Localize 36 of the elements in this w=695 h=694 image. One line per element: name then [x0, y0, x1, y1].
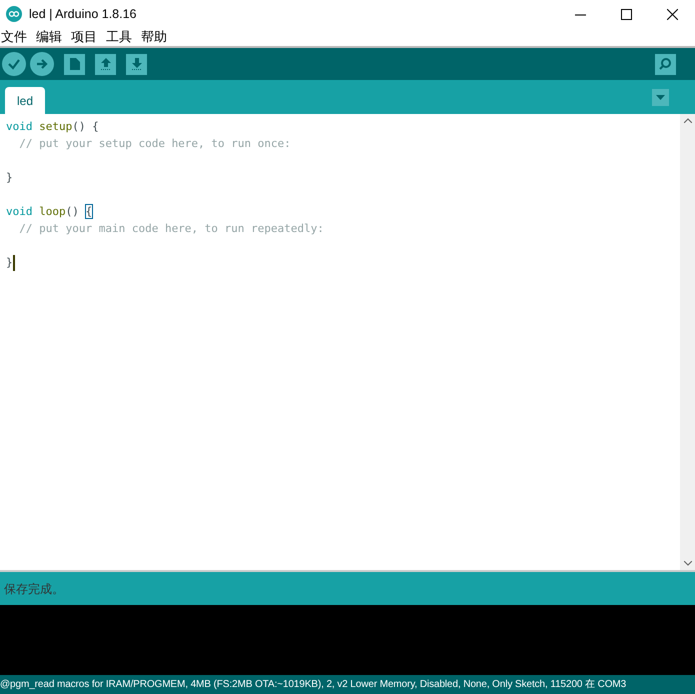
file-tab[interactable]: led: [5, 87, 46, 114]
save-button[interactable]: [126, 54, 147, 74]
code-line: // put your main code here, to run repeatedly:: [18, 221, 324, 237]
upload-button[interactable]: [30, 52, 54, 76]
scrollbar[interactable]: [680, 114, 695, 570]
menu-item[interactable]: 文件: [1, 27, 27, 47]
verify-button[interactable]: [2, 52, 26, 76]
checkmark-icon: [8, 58, 20, 70]
menu-item[interactable]: 帮助: [141, 27, 167, 47]
maximize-icon: [620, 8, 632, 20]
arrow-up-icon: [100, 58, 112, 70]
menu-item[interactable]: 项目: [71, 27, 97, 47]
arrow-down-icon: [130, 58, 142, 70]
board-info: @pgm_read macros for IRAM/PROGMEM, 4MB (FS:2MB OTA:~1019KB), 2, v2 Lower Memory, Disabled, None, Only Sketch, 115200 在 COM3: [0, 678, 626, 692]
window-title: led | Arduino 1.8.16: [29, 6, 136, 23]
open-button[interactable]: [95, 54, 116, 74]
menu-item[interactable]: 编辑: [36, 27, 62, 47]
tab-menu-button[interactable]: [652, 89, 669, 106]
new-button[interactable]: [64, 54, 85, 74]
dropdown-icon: [656, 95, 665, 100]
status-message: 保存完成。: [4, 580, 64, 598]
code-line: void loop() {: [6, 204, 92, 220]
code-line: void setup() {: [6, 119, 99, 135]
magnifier-icon: [658, 57, 672, 71]
menu-item[interactable]: 工具: [106, 27, 132, 47]
code-line: // put your setup code here, to run once:: [18, 136, 291, 152]
close-icon: [666, 8, 678, 20]
arrow-right-icon: [36, 58, 48, 70]
app-logo-icon: [6, 6, 22, 22]
document-icon: [70, 58, 80, 70]
serial-monitor-button[interactable]: [655, 54, 676, 74]
scroll-up-icon[interactable]: [684, 118, 692, 123]
code-line: }: [6, 255, 13, 271]
scroll-down-icon[interactable]: [684, 561, 692, 566]
code-editor[interactable]: void setup() { // put your setup code here, to run once: } void loop() { // put your main code here, to run repeatedly: }: [0, 114, 680, 570]
code-line: }: [6, 170, 13, 186]
